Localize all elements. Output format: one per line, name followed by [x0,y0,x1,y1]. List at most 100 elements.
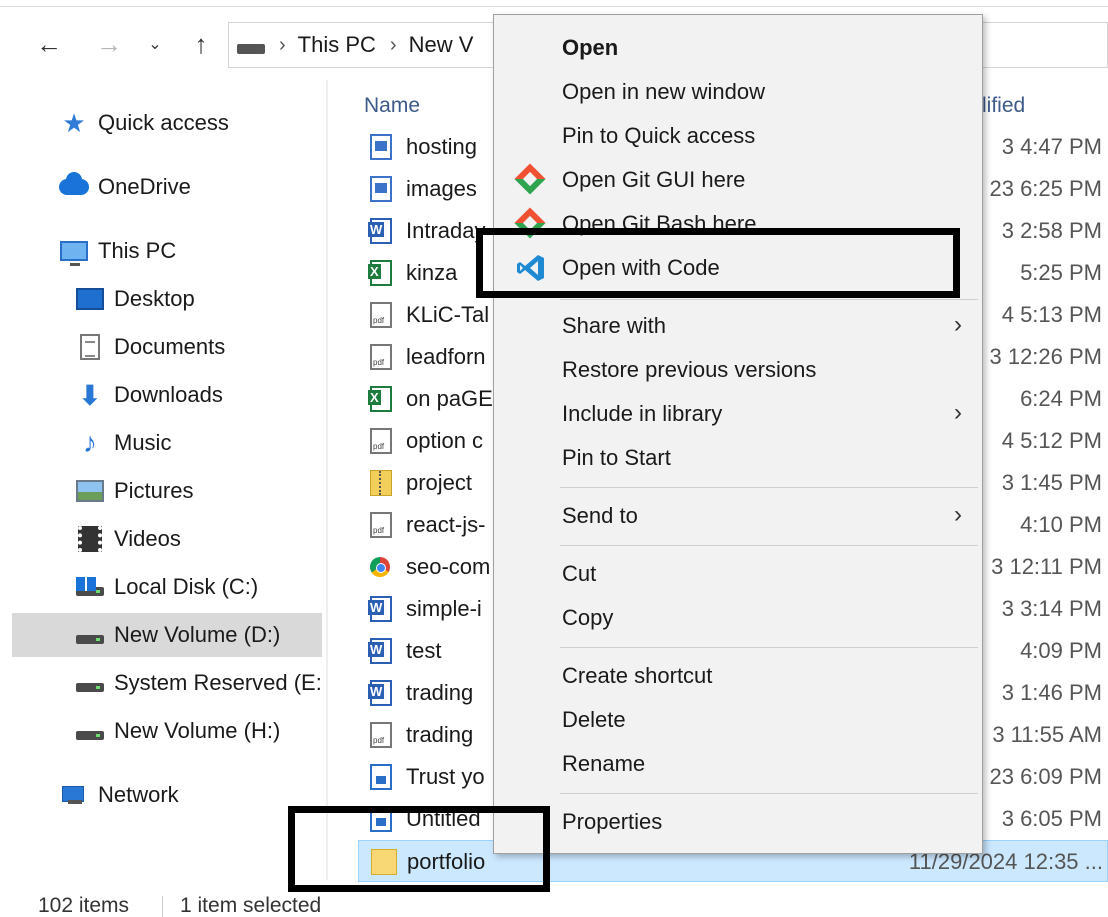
file-name: trading [406,722,474,747]
arrow-left-icon: ← [36,28,62,59]
sidebar-item-pictures[interactable]: Pictures [74,469,326,513]
image-file-icon [370,176,392,202]
chevron-right-icon: › [954,311,962,338]
cloud-icon [58,172,90,201]
menu-item-rename[interactable]: Rename [494,743,982,783]
forward-button[interactable]: → [94,26,124,62]
recent-locations-button[interactable]: ⌄ [140,26,170,62]
column-header-name[interactable]: Name [364,94,420,118]
menu-item-label: Send to [562,503,638,528]
file-date: 5:25 PM [1020,260,1102,285]
sidebar-item-onedrive[interactable]: OneDrive [58,165,326,209]
file-date: 4:09 PM [1020,638,1102,663]
file-date: 6:24 PM [1020,386,1102,411]
arrow-up-icon: ↑ [194,28,208,59]
sidebar-item-music[interactable]: ♪ Music [74,421,326,465]
sidebar-item-label: Quick access [98,110,229,135]
context-menu: Open Open in new window Pin to Quick acc… [493,14,983,854]
sidebar-item-documents[interactable]: Documents [74,325,326,369]
back-button[interactable]: ← [34,26,64,62]
chevron-down-icon: ⌄ [148,36,162,53]
drive-icon [237,44,265,54]
status-item-count: 102 items [38,894,130,917]
breadcrumb-this-pc[interactable]: This PC [298,32,376,58]
file-date: 4 5:13 PM [1001,302,1102,327]
breadcrumb-separator-icon: › [389,33,397,56]
pdf-file-icon [370,344,392,370]
file-name: hosting [406,134,477,159]
word-file-icon [368,218,392,244]
file-date: 3 11:55 AM [992,722,1102,747]
menu-item-pin-quick-access[interactable]: Pin to Quick access [494,115,982,155]
menu-item-properties[interactable]: Properties [494,801,982,841]
menu-item-restore-previous-versions[interactable]: Restore previous versions [494,349,982,389]
menu-item-share-with[interactable]: Share with › [494,305,982,345]
up-button[interactable]: ↑ [186,26,216,62]
top-border [0,6,1108,7]
menu-item-pin-to-start[interactable]: Pin to Start [494,437,982,477]
menu-item-delete[interactable]: Delete [494,699,982,739]
menu-item-open-git-gui[interactable]: Open Git GUI here [494,159,982,199]
menu-item-label: Copy [562,605,614,630]
file-name: Trust yo [406,764,485,789]
sidebar-item-label: Desktop [114,286,195,311]
menu-item-include-in-library[interactable]: Include in library › [494,393,982,433]
file-name: Intraday [406,218,486,243]
chevron-right-icon: › [954,399,962,426]
word-file-icon [368,638,392,664]
menu-item-send-to[interactable]: Send to › [494,495,982,535]
file-name: trading [406,680,474,705]
file-name: option c [406,428,484,453]
excel-file-icon [368,386,392,412]
menu-separator [560,793,978,794]
zip-file-icon [370,470,392,496]
navigation-pane: ★ Quick access OneDrive This PC Desktop … [0,80,328,880]
file-name: project [406,470,473,495]
file-date: 3 2:58 PM [1001,218,1102,243]
menu-item-label: Pin to Quick access [562,123,756,148]
sidebar-item-desktop[interactable]: Desktop [74,277,326,321]
sidebar-item-network[interactable]: Network [58,773,326,817]
breadcrumb-new-volume[interactable]: New V [409,32,474,58]
sidebar-item-local-disk-c[interactable]: Local Disk (C:) [74,565,326,609]
drive-icon [74,621,106,649]
sidebar-item-quick-access[interactable]: ★ Quick access [58,101,326,145]
sidebar-item-new-volume-h[interactable]: New Volume (H:) [74,709,326,753]
column-header-date-modified[interactable]: lified [982,94,1025,118]
sidebar-item-videos[interactable]: Videos [74,517,326,561]
sidebar-item-downloads[interactable]: ⬇ Downloads [74,373,326,417]
sidebar-item-this-pc[interactable]: This PC [58,229,326,273]
file-name: react-js- [406,512,486,537]
file-name: seo-com [406,554,491,579]
menu-item-open-new-window[interactable]: Open in new window [494,71,982,111]
file-date: 3 12:11 PM [991,554,1102,579]
menu-item-open[interactable]: Open [494,27,982,67]
menu-separator [560,545,978,546]
downloads-icon: ⬇ [78,379,102,411]
menu-item-cut[interactable]: Cut [494,553,982,593]
menu-item-label: Restore previous versions [562,357,817,382]
drive-icon [74,669,106,697]
menu-item-create-shortcut[interactable]: Create shortcut [494,655,982,695]
menu-separator [560,299,978,300]
menu-item-copy[interactable]: Copy [494,597,982,637]
file-date: 3 12:26 PM [989,344,1102,369]
menu-item-label: Rename [562,751,646,776]
sidebar-item-label: Network [98,782,179,807]
file-name: leadforn [406,344,486,369]
sidebar-item-new-volume-d[interactable]: New Volume (D:) [12,613,322,657]
file-name: on paGE [406,386,493,411]
menu-separator [560,487,978,488]
sidebar-item-system-reserved-e[interactable]: System Reserved (E: [74,661,326,705]
navigation-pane-divider[interactable] [326,80,328,880]
file-icon [370,764,392,790]
image-file-icon [370,134,392,160]
file-date: 4:10 PM [1020,512,1102,537]
sidebar-item-label: New Volume (H:) [114,718,281,743]
pictures-icon [74,477,106,505]
documents-icon [74,333,106,361]
sidebar-item-label: Downloads [114,382,223,407]
menu-item-label: Delete [562,707,626,732]
sidebar-item-label: Music [114,430,172,455]
menu-item-label: Cut [562,561,597,586]
